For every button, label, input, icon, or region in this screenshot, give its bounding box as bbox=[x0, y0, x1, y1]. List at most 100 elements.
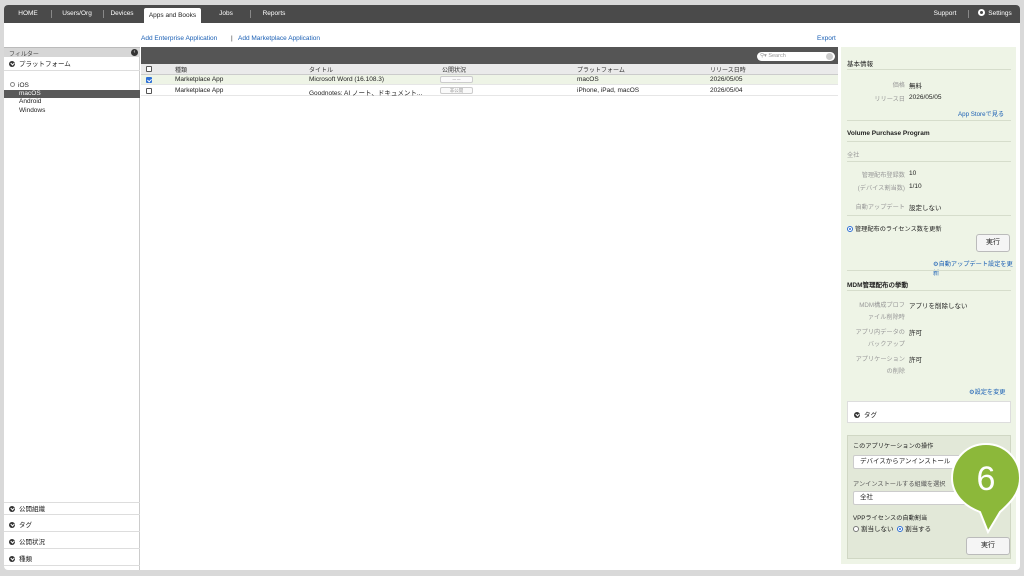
app-store-link[interactable]: App Storeで見る bbox=[958, 109, 1004, 118]
filter-panel: フィルター ‹ プラットフォーム iOS macOS Android Windo… bbox=[4, 47, 140, 570]
run-button-bottom[interactable]: 実行 bbox=[966, 537, 1010, 555]
column-header-type[interactable]: 種類 bbox=[175, 65, 187, 74]
ops-heading: このアプリケーションの操作 bbox=[853, 443, 934, 450]
price-value: 無料 bbox=[909, 83, 922, 90]
vpp-scope: 全社 bbox=[847, 152, 860, 159]
table-toolbar: ⚲▾ Search bbox=[141, 47, 838, 64]
nav-devices[interactable]: Devices bbox=[109, 5, 135, 23]
link-separator: | bbox=[231, 35, 233, 42]
cell-title: Microsoft Word (16.108.3) bbox=[309, 76, 385, 83]
row-checkbox[interactable] bbox=[146, 88, 152, 94]
divider bbox=[847, 270, 1011, 271]
column-header-platform[interactable]: プラットフォーム bbox=[577, 65, 625, 74]
platform-windows[interactable]: Windows bbox=[4, 107, 140, 115]
nav-jobs[interactable]: Jobs bbox=[216, 5, 236, 23]
filter-header: フィルター ‹ bbox=[4, 47, 140, 58]
gear-icon bbox=[978, 9, 986, 16]
nav-settings-label: Settings bbox=[988, 10, 1012, 17]
section-label: 公開組織 bbox=[19, 506, 45, 513]
nav-home[interactable]: HOME bbox=[14, 5, 42, 23]
filter-section-platform[interactable]: プラットフォーム bbox=[4, 58, 140, 71]
auto-update-value: 設定しない bbox=[909, 205, 942, 212]
section-label: タグ bbox=[19, 522, 32, 529]
vpp-auto-assign-radios: 割当しない 割当する bbox=[853, 523, 931, 533]
search-input[interactable]: ⚲▾ Search bbox=[757, 52, 835, 61]
nav-reports[interactable]: Reports bbox=[260, 5, 288, 23]
filter-section-status[interactable]: 公開状況 bbox=[4, 536, 140, 549]
filter-section-tag[interactable]: タグ bbox=[4, 519, 140, 532]
column-header-status[interactable]: 公開状況 bbox=[442, 65, 466, 74]
mdm-profile-label: MDM構成プロフ bbox=[859, 302, 905, 309]
platform-ios[interactable]: iOS bbox=[4, 82, 140, 90]
radio-label: 割当しない bbox=[861, 526, 894, 533]
delete-label-2: の削除 bbox=[886, 368, 905, 375]
backup-label-2: バックアップ bbox=[867, 341, 905, 348]
toggle-circle-icon bbox=[10, 82, 15, 87]
section-label: 公開状況 bbox=[19, 539, 45, 546]
nav-separator bbox=[250, 10, 251, 18]
table-row[interactable]: Marketplace App Goodnotes: AI ノート、ドキュメント… bbox=[141, 86, 838, 97]
collapse-panel-icon[interactable]: ‹ bbox=[131, 49, 138, 56]
expand-icon bbox=[9, 539, 15, 545]
nav-users-org[interactable]: Users/Org bbox=[59, 5, 95, 23]
run-button[interactable]: 実行 bbox=[976, 234, 1010, 252]
link-label: 設定を変更 bbox=[974, 389, 1006, 396]
nav-support[interactable]: Support bbox=[932, 5, 958, 23]
search-icon: ⚲▾ bbox=[760, 53, 767, 59]
add-marketplace-app-link[interactable]: Add Marketplace Application bbox=[238, 35, 320, 42]
link-label: 自動アップデート設定を更新 bbox=[933, 261, 1013, 277]
vpp-heading: Volume Purchase Program bbox=[847, 130, 930, 137]
cell-platform: macOS bbox=[577, 76, 599, 83]
cell-type: Marketplace App bbox=[175, 87, 224, 94]
row-checkbox[interactable] bbox=[146, 77, 152, 83]
expand-icon bbox=[9, 522, 15, 528]
table-header: 種類 タイトル 公開状況 プラットフォーム リリース日時 bbox=[141, 64, 838, 75]
status-badge: ーー bbox=[440, 76, 473, 83]
expand-icon bbox=[854, 412, 860, 418]
cell-platform: iPhone, iPad, macOS bbox=[577, 87, 640, 94]
divider bbox=[847, 215, 1011, 216]
radio-assign-on[interactable] bbox=[897, 526, 904, 532]
radio-assign-off[interactable] bbox=[853, 526, 859, 532]
basic-info-heading: 基本情報 bbox=[847, 61, 873, 68]
column-header-title[interactable]: タイトル bbox=[309, 65, 333, 74]
select-all-checkbox[interactable] bbox=[146, 66, 152, 72]
filter-section-type[interactable]: 種類 bbox=[4, 553, 140, 566]
vpp-auto-assign-label: VPPライセンスの自動割当 bbox=[853, 515, 928, 522]
tag-section-header[interactable]: タグ bbox=[854, 409, 877, 419]
export-link[interactable]: Export bbox=[817, 35, 836, 42]
column-header-release[interactable]: リリース日時 bbox=[710, 65, 746, 74]
cell-title: Goodnotes: AI ノート、ドキュメント... bbox=[309, 90, 423, 97]
radio-selected[interactable] bbox=[847, 226, 853, 232]
filter-section-org[interactable]: 公開組織 bbox=[4, 502, 140, 515]
change-settings-link[interactable]: ⚙設定を変更 bbox=[969, 387, 1006, 396]
add-enterprise-app-link[interactable]: Add Enterprise Application bbox=[141, 35, 217, 42]
table-row[interactable]: Marketplace App Microsoft Word (16.108.3… bbox=[141, 75, 838, 85]
nav-separator bbox=[51, 10, 52, 18]
platform-label: iOS bbox=[18, 82, 29, 89]
app-table: ⚲▾ Search 種類 タイトル 公開状況 プラットフォーム リリース日時 M… bbox=[141, 47, 838, 570]
cell-release: 2026/05/05 bbox=[710, 76, 743, 83]
update-license-radio[interactable]: 管理配布のライセンス数を更新 bbox=[847, 224, 942, 233]
cell-type: Marketplace App bbox=[175, 76, 224, 83]
platform-android[interactable]: Android bbox=[4, 98, 140, 106]
expand-icon bbox=[9, 61, 15, 67]
section-label: 種類 bbox=[19, 556, 32, 563]
nav-apps-and-books[interactable]: Apps and Books bbox=[144, 8, 201, 23]
uninstall-org-label: アンインストールする組織を選択 bbox=[853, 481, 946, 488]
price-label: 価格 bbox=[892, 82, 905, 89]
divider bbox=[847, 69, 1011, 70]
search-placeholder: Search bbox=[768, 53, 786, 59]
delete-label: アプリケーション bbox=[855, 356, 905, 363]
filter-title: フィルター bbox=[9, 52, 39, 58]
auto-update-settings-link[interactable]: ⚙自動アップデート設定を更新 bbox=[933, 259, 1016, 277]
divider bbox=[847, 120, 1011, 121]
clear-search-icon[interactable] bbox=[826, 53, 833, 60]
backup-value: 許可 bbox=[909, 330, 922, 337]
nav-settings[interactable]: Settings bbox=[976, 5, 1014, 23]
platform-macos[interactable]: macOS bbox=[4, 90, 140, 98]
nav-separator bbox=[968, 10, 969, 18]
managed-count-label: 管理配布登録数 bbox=[861, 172, 905, 179]
tag-section[interactable]: タグ bbox=[847, 401, 1011, 423]
cell-release: 2026/05/04 bbox=[710, 87, 743, 94]
